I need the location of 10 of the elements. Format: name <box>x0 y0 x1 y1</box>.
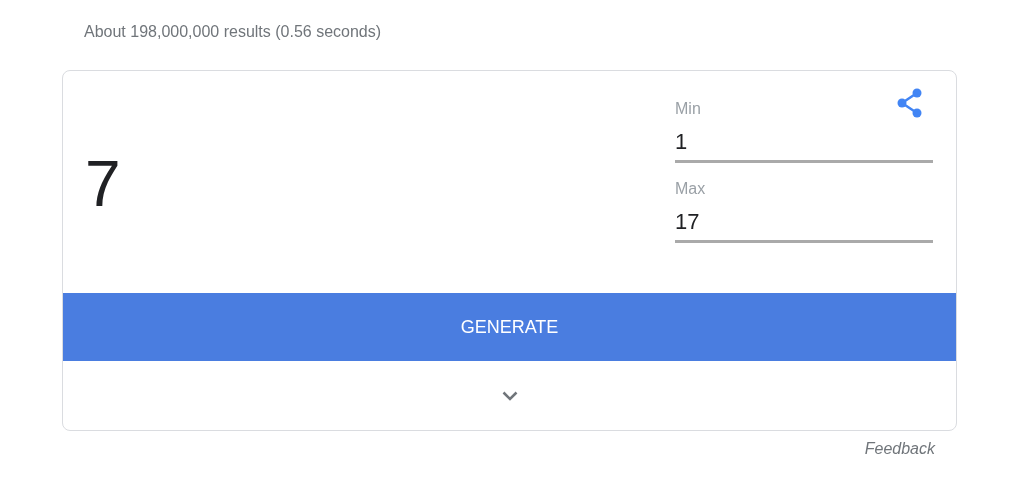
field-label: Max <box>675 179 706 199</box>
feedback-link[interactable]: Feedback <box>864 437 935 461</box>
field-label: Min <box>675 99 701 119</box>
share-icon[interactable] <box>897 88 923 118</box>
result-stats: About 198,000,000 results (0.56 seconds) <box>84 23 382 40</box>
chevron-down-icon[interactable] <box>501 390 518 401</box>
generate-button[interactable]: GENERATE <box>63 293 956 361</box>
number-input[interactable]: 17 <box>675 203 933 243</box>
random-number: 7 <box>85 152 121 216</box>
number-input[interactable]: 1 <box>675 123 933 163</box>
